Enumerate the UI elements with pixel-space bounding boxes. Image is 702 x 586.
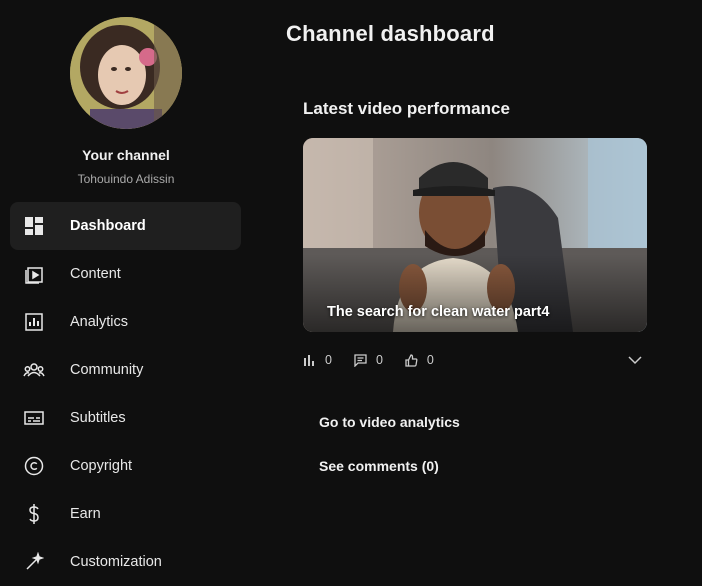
channel-name[interactable]: Tohouindo Adissin	[0, 172, 252, 186]
earn-icon	[23, 503, 45, 525]
likes-count: 0	[426, 353, 434, 367]
channel-label: Your channel	[82, 147, 170, 163]
dashboard-icon	[23, 215, 45, 237]
sidebar-item-label: Subtitles	[70, 410, 126, 426]
section-title: Latest video performance	[303, 99, 510, 118]
analytics-icon	[23, 311, 45, 333]
sidebar-item-copyright[interactable]: Copyright	[10, 442, 241, 490]
content-icon	[23, 263, 45, 285]
bar-chart-icon	[303, 353, 317, 367]
sidebar-item-label: Earn	[70, 506, 101, 522]
sidebar-item-subtitles[interactable]: Subtitles	[10, 394, 241, 442]
thumbs-up-icon	[405, 353, 419, 367]
chevron-down-icon[interactable]	[627, 352, 643, 368]
video-stats: 0 0 0	[303, 350, 647, 370]
sidebar-item-label: Community	[70, 362, 144, 378]
comment-icon	[354, 353, 368, 367]
see-comments-button[interactable]: See comments (0)	[310, 449, 448, 483]
sidebar-item-dashboard[interactable]: Dashboard	[10, 202, 241, 250]
views-count: 0	[325, 353, 332, 367]
comments-stat: 0	[354, 353, 383, 367]
copyright-icon	[23, 455, 45, 477]
sidebar-item-label: Customization	[70, 554, 162, 570]
go-to-video-analytics-button[interactable]: Go to video analytics	[310, 405, 469, 439]
views-stat: 0	[303, 353, 332, 367]
sidebar-item-analytics[interactable]: Analytics	[10, 298, 241, 346]
community-icon	[23, 359, 45, 381]
sidebar-item-customization[interactable]: Customization	[10, 538, 241, 586]
comments-count: 0	[375, 353, 383, 367]
sidebar-item-label: Copyright	[70, 458, 133, 474]
page-title: Channel dashboard	[286, 21, 495, 46]
sidebar: Your channel Tohouindo Adissin Dashboard…	[0, 0, 252, 570]
customization-icon	[23, 551, 45, 573]
sidebar-item-community[interactable]: Community	[10, 346, 241, 394]
video-title[interactable]: The search for clean water part4	[327, 304, 549, 320]
sidebar-item-label: Content	[70, 266, 121, 282]
video-thumbnail[interactable]: The search for clean water part4	[303, 138, 647, 332]
sidebar-item-label: Analytics	[70, 314, 129, 330]
main-content: Channel dashboard Latest video performan…	[252, 0, 702, 561]
sidebar-item-earn[interactable]: Earn	[10, 490, 241, 538]
sidebar-item-label: Dashboard	[70, 218, 146, 234]
sidebar-item-content[interactable]: Content	[10, 250, 241, 298]
sidebar-nav: Dashboard Content Analytics Community Su…	[10, 202, 241, 586]
likes-stat: 0	[405, 353, 434, 367]
channel-avatar[interactable]	[70, 17, 182, 129]
subtitles-icon	[23, 407, 45, 429]
